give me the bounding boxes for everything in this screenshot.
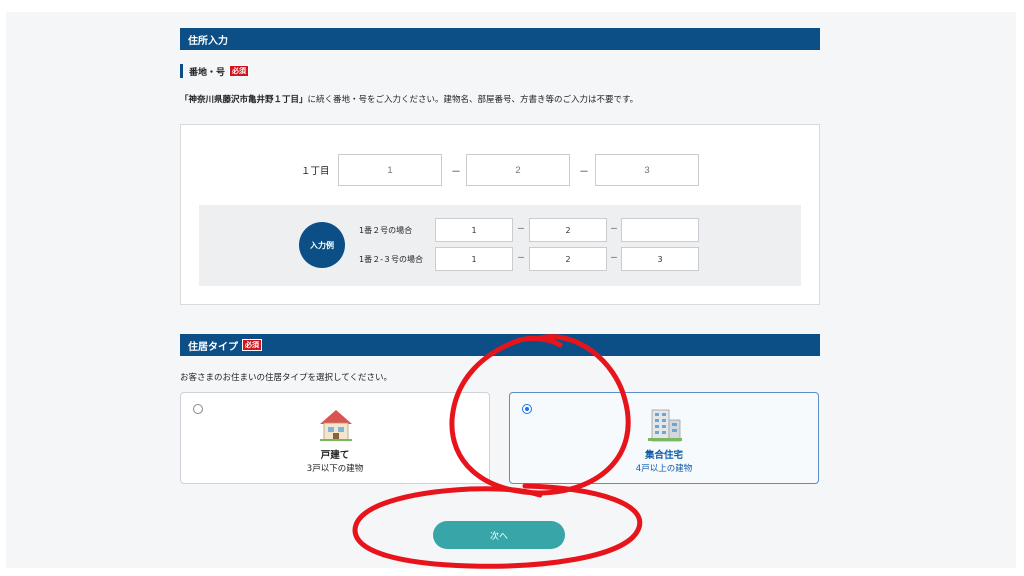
house-desc: 3戸以下の建物 bbox=[306, 464, 364, 474]
apartment-desc: 4戸以上の建物 bbox=[635, 464, 693, 474]
example-field: 2 bbox=[529, 218, 607, 242]
example-dash: － bbox=[517, 253, 525, 262]
required-badge: 必須 bbox=[229, 65, 250, 77]
residence-instruction: お客さまのお住まいの住居タイプを選択してください。 bbox=[180, 373, 392, 383]
example-field: 2 bbox=[529, 247, 607, 271]
field-label-block: 番地・号 必須 bbox=[180, 64, 250, 78]
residence-option-house[interactable]: 戸建て 3戸以下の建物 bbox=[180, 392, 490, 484]
house-title: 戸建て bbox=[320, 450, 350, 461]
address-instruction: 「神奈川県藤沢市亀井野１丁目」に続く番地・号をご入力ください。建物名、部屋番号、… bbox=[180, 93, 638, 105]
example-field: 3 bbox=[621, 247, 699, 271]
example-dash: － bbox=[517, 224, 525, 233]
radio-house[interactable] bbox=[193, 404, 203, 414]
example-field bbox=[621, 218, 699, 242]
example-field: 1 bbox=[435, 218, 513, 242]
chome-label: １丁目 bbox=[301, 166, 330, 177]
required-badge: 必須 bbox=[242, 339, 262, 351]
instruction-rest: に続く番地・号をご入力ください。建物名、部屋番号、方書き等のご入力は不要です。 bbox=[307, 95, 639, 105]
field-label: 番地・号 bbox=[189, 67, 226, 78]
apartment-title: 集合住宅 bbox=[644, 450, 683, 461]
input-example-area: 入力例 1番２号の場合 1 － 2 － 1番２-３号の場合 1 － 2 － 3 bbox=[199, 205, 801, 286]
radio-apartment[interactable] bbox=[522, 404, 532, 414]
example-dash: － bbox=[610, 224, 618, 233]
example-row-1-label: 1番２号の場合 bbox=[359, 226, 413, 235]
residence-section-header: 住居タイプ 必須 bbox=[180, 334, 820, 356]
address-section-header: 住所入力 bbox=[180, 28, 820, 50]
example-field: 1 bbox=[435, 247, 513, 271]
residence-section-title: 住居タイプ bbox=[188, 341, 238, 353]
apartment-building-icon bbox=[648, 409, 682, 442]
address-section-title: 住所入力 bbox=[188, 35, 228, 47]
house-icon bbox=[320, 410, 352, 441]
banchi-input-1[interactable] bbox=[338, 154, 442, 186]
banchi-input-3[interactable] bbox=[595, 154, 699, 186]
next-button[interactable]: 次へ bbox=[433, 521, 565, 549]
residence-option-apartment[interactable]: 集合住宅 4戸以上の建物 bbox=[509, 392, 819, 484]
instruction-bold: 「神奈川県藤沢市亀井野１丁目」 bbox=[180, 95, 308, 105]
example-dash: － bbox=[610, 253, 618, 262]
dash-2: － bbox=[579, 167, 589, 178]
banchi-input-2[interactable] bbox=[466, 154, 570, 186]
dash-1: － bbox=[451, 167, 461, 178]
address-input-box: １丁目 － － 入力例 1番２号の場合 1 － 2 － 1番２-３号の場合 1 … bbox=[180, 124, 820, 305]
example-row-2-label: 1番２-３号の場合 bbox=[359, 255, 423, 264]
example-badge: 入力例 bbox=[299, 222, 345, 268]
